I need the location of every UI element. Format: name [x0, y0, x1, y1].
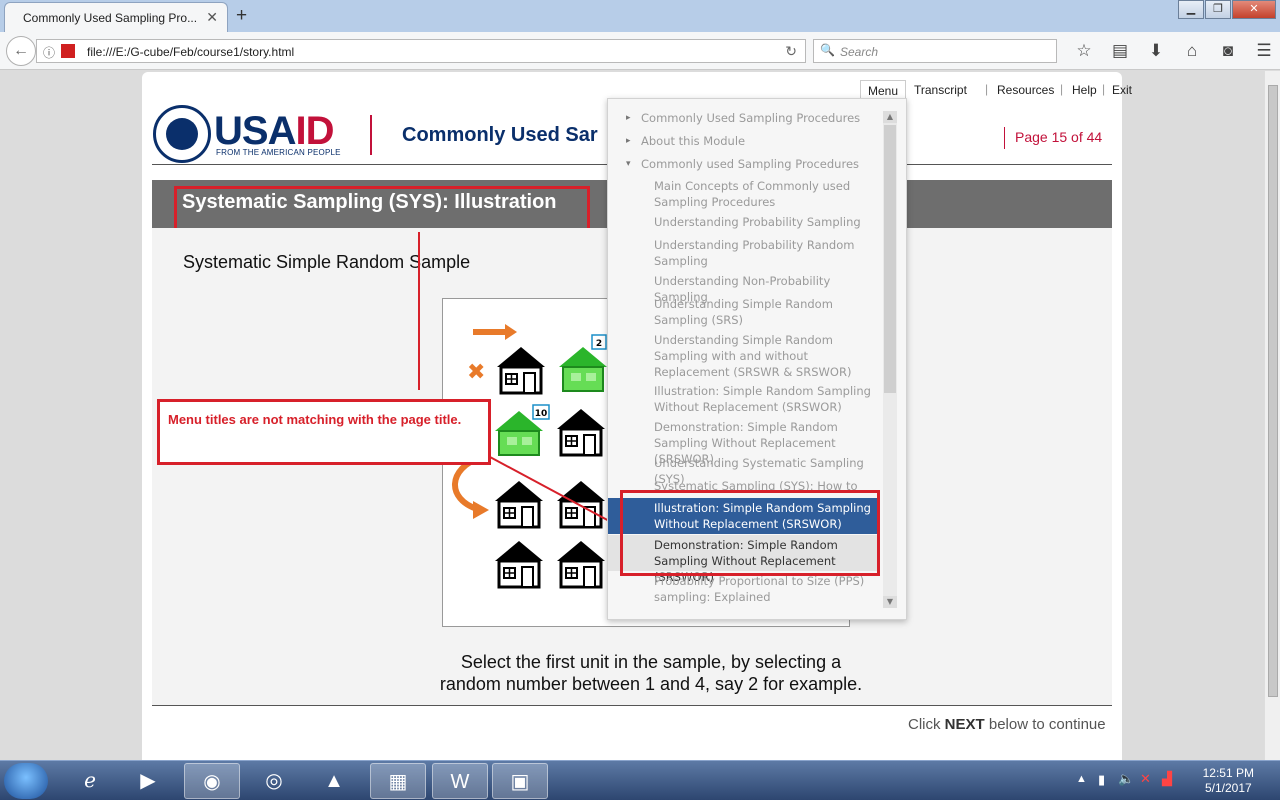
slide-subtitle: Systematic Simple Random Sample — [183, 252, 471, 272]
course-title: Commonly Used Sar — [402, 124, 598, 146]
caret-right-icon: ▸ — [626, 113, 631, 123]
caret-down-icon: ▾ — [626, 159, 631, 169]
orange-arrow-icon — [473, 324, 517, 340]
info-icon[interactable]: ⓘ — [43, 44, 55, 61]
word-taskbar-icon[interactable]: W — [432, 763, 488, 799]
nav-separator: | — [1102, 82, 1106, 96]
menu-subitem[interactable]: Main Concepts of Commonly used Sampling … — [608, 178, 880, 210]
start-button[interactable] — [4, 763, 48, 799]
annotation-menu-box — [620, 490, 880, 576]
page-counter: Page 15 of 44 — [1004, 127, 1102, 149]
slide-caption: Select the first unit in the sample, by … — [412, 651, 890, 695]
clock-date: 5/1/2017 — [1204, 781, 1252, 795]
badge-b: 10 — [535, 409, 548, 419]
system-tray: ▲ ▮ 🔈 ✕ ▟ 12:51 PM 5/1/2017 — [1070, 761, 1280, 800]
callout-text: Menu titles are not matching with the pa… — [168, 412, 462, 427]
header-divider — [370, 115, 372, 155]
scroll-down-icon[interactable]: ▼ — [883, 596, 897, 608]
tab-close-icon[interactable]: ✕ — [206, 9, 218, 26]
window-controls: ▁ ❐ ✕ — [1177, 0, 1276, 19]
caret-right-icon: ▸ — [626, 136, 631, 146]
transcript-link[interactable]: Transcript — [914, 83, 967, 97]
pocket-icon[interactable]: ◙ — [1210, 41, 1246, 61]
photo-viewer-taskbar-icon[interactable]: ▣ — [492, 763, 548, 799]
help-link[interactable]: Help — [1072, 83, 1097, 97]
menu-item[interactable]: ▸ About this Module — [608, 133, 880, 149]
menu-subitem[interactable]: Understanding Simple Random Sampling wit… — [608, 332, 880, 380]
minimize-button[interactable]: ▁ — [1178, 0, 1204, 19]
close-window-button[interactable]: ✕ — [1232, 0, 1276, 19]
search-bar[interactable]: 🔍 Search — [813, 39, 1057, 63]
network-icon[interactable]: ✕ — [1140, 771, 1151, 787]
nav-separator: | — [1060, 82, 1064, 96]
download-icon[interactable]: ⬇ — [1138, 41, 1174, 61]
back-arrow-icon: ← — [13, 42, 29, 59]
bookmark-star-icon[interactable]: ☆ — [1066, 41, 1102, 61]
curved-arrow-icon — [452, 454, 489, 519]
usaid-seal-logo — [153, 105, 211, 163]
tab-title: Commonly Used Sampling Pro... — [23, 11, 198, 25]
menu-subitem[interactable]: Understanding Probability Sampling — [608, 214, 880, 230]
firefox-taskbar-icon[interactable]: ◉ — [184, 763, 240, 799]
media-player-taskbar-icon[interactable]: ▶ — [120, 763, 176, 799]
footer-instruction: Click NEXT below to continue — [908, 716, 1106, 733]
scroll-up-icon[interactable]: ▲ — [883, 111, 897, 123]
nav-separator: | — [985, 82, 989, 96]
tray-expand-icon[interactable]: ▲ — [1076, 773, 1087, 785]
taskbar-clock[interactable]: 12:51 PM 5/1/2017 — [1203, 766, 1254, 796]
ie-taskbar-icon[interactable]: ℯ — [62, 763, 118, 799]
menu-subitem[interactable]: Understanding Probability Random Samplin… — [608, 237, 880, 269]
home-icon[interactable]: ⌂ — [1174, 41, 1210, 61]
search-placeholder: Search — [840, 45, 879, 59]
reading-list-icon[interactable]: ▤ — [1102, 41, 1138, 61]
menu-subitem[interactable]: Illustration: Simple Random Sampling Wit… — [608, 383, 880, 415]
search-icon: 🔍 — [820, 43, 835, 57]
url-text[interactable]: file:///E:/G-cube/Feb/course1/story.html — [87, 45, 294, 59]
explorer-taskbar-icon[interactable]: ▦ — [370, 763, 426, 799]
resources-link[interactable]: Resources — [997, 83, 1054, 97]
pdf-warning-icon — [61, 44, 75, 58]
menu-scrollbar[interactable]: ▲ ▼ — [883, 111, 897, 608]
page-scrollbar-thumb[interactable] — [1268, 85, 1278, 697]
footer-rule — [152, 705, 1112, 706]
annotation-callout: Menu titles are not matching with the pa… — [157, 399, 491, 465]
vlc-taskbar-icon[interactable]: ▲ — [306, 763, 362, 799]
signal-icon[interactable]: ▟ — [1162, 771, 1172, 787]
address-bar[interactable]: ⓘ file:///E:/G-cube/Feb/course1/story.ht… — [36, 39, 806, 63]
browser-navbar: ← ⓘ file:///E:/G-cube/Feb/course1/story.… — [0, 32, 1280, 70]
browser-tabstrip: Commonly Used Sampling Pro... ✕ + ▁ ❐ ✕ — [0, 0, 1280, 32]
reload-icon[interactable]: ↻ — [785, 43, 797, 60]
hamburger-menu-icon[interactable]: ☰ — [1246, 41, 1280, 61]
maximize-button[interactable]: ❐ — [1205, 0, 1231, 19]
battery-icon[interactable]: ▮ — [1098, 772, 1105, 788]
caption-line-1: Select the first unit in the sample, by … — [460, 652, 842, 672]
browser-tab[interactable]: Commonly Used Sampling Pro... ✕ — [4, 2, 228, 32]
svg-text:✖: ✖ — [467, 360, 485, 385]
page-scrollbar[interactable] — [1264, 71, 1280, 760]
usaid-logo-subtitle: FROM THE AMERICAN PEOPLE — [216, 148, 341, 157]
annotation-heading-box — [174, 186, 590, 232]
menu-scrollbar-thumb[interactable] — [884, 125, 896, 393]
back-button[interactable]: ← — [6, 36, 36, 66]
menu-subitem[interactable]: Understanding Simple Random Sampling (SR… — [608, 296, 880, 328]
new-tab-button[interactable]: + — [236, 5, 247, 27]
orange-cross-icon: ✖ — [467, 360, 485, 385]
chrome-taskbar-icon[interactable]: ◎ — [246, 763, 302, 799]
menu-subitem[interactable]: Probability Proportional to Size (PPS) s… — [608, 573, 880, 605]
caption-line-2: random number between 1 and 4, say 2 for… — [439, 674, 863, 694]
toolbar-icons: ☆ ▤ ⬇ ⌂ ◙ ☰ — [1066, 41, 1280, 61]
exit-link[interactable]: Exit — [1112, 83, 1132, 97]
clock-time: 12:51 PM — [1202, 766, 1254, 780]
taskbar: ℯ ▶ ◉ ◎ ▲ ▦ W ▣ ▲ ▮ 🔈 ✕ ▟ 12:51 PM 5/1/2… — [0, 760, 1280, 800]
badge-a: 2 — [596, 339, 602, 349]
volume-icon[interactable]: 🔈 — [1118, 771, 1134, 787]
menu-item[interactable]: ▾ Commonly used Sampling Procedures — [608, 156, 880, 172]
menu-item[interactable]: ▸ Commonly Used Sampling Procedures — [608, 110, 880, 126]
